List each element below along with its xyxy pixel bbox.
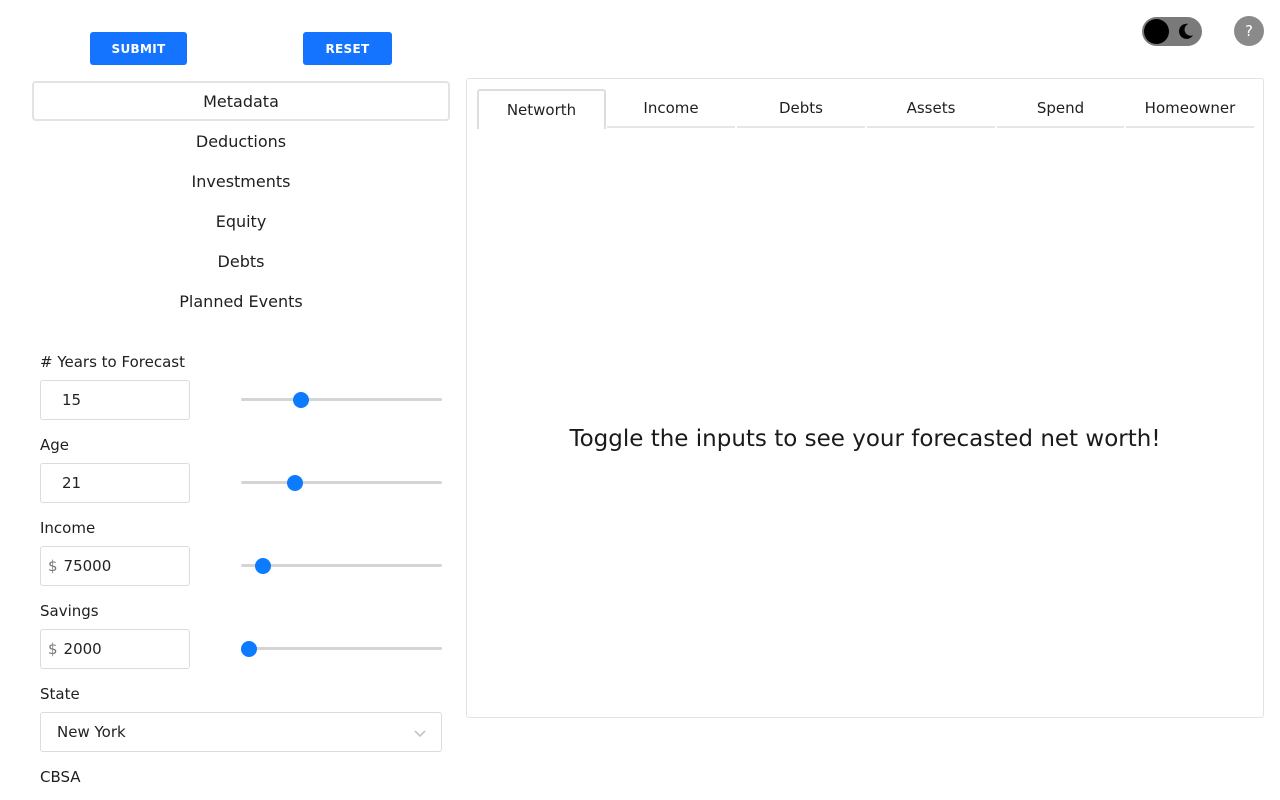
slider-thumb[interactable] [241,641,258,657]
slider-thumb[interactable] [293,392,310,408]
forecast-panel: Networth Income Debts Assets Spend Homeo… [466,78,1264,718]
savings-label: Savings [40,602,99,620]
age-label: Age [40,436,70,454]
dollar-prefix: $ [48,640,58,658]
chevron-down-icon [414,730,426,738]
menu-item-equity[interactable]: Equity [32,201,450,241]
slider-thumb[interactable] [255,558,272,574]
state-label: State [40,685,80,703]
tab-homeowner[interactable]: Homeowner [1126,89,1254,128]
tab-assets[interactable]: Assets [867,89,995,128]
state-value: New York [57,723,126,741]
savings-value: 2000 [63,640,102,658]
menu-item-investments[interactable]: Investments [32,161,450,201]
income-value: 75000 [63,557,112,575]
help-button[interactable]: ? [1234,16,1264,46]
years-value: 15 [62,391,82,409]
slider-track [241,398,442,401]
savings-slider[interactable] [241,638,442,658]
tab-networth[interactable]: Networth [477,89,606,129]
dark-mode-toggle[interactable] [1142,17,1202,46]
menu-item-planned-events[interactable]: Planned Events [32,281,450,321]
moon-icon [1179,23,1194,39]
slider-thumb[interactable] [287,475,304,491]
income-slider[interactable] [241,555,442,575]
tab-spend[interactable]: Spend [997,89,1124,128]
state-select[interactable]: New York [40,712,442,752]
chart-tabs: Networth Income Debts Assets Spend Homeo… [477,89,1254,129]
tab-income[interactable]: Income [607,89,735,128]
income-label: Income [40,519,96,537]
dollar-prefix: $ [48,557,58,575]
empty-state-message: Toggle the inputs to see your forecasted… [569,426,1161,452]
age-value: 21 [62,474,82,492]
age-input[interactable]: 21 [40,463,190,503]
slider-track [241,647,442,650]
slider-track [241,564,442,567]
income-input[interactable]: $ 75000 [40,546,190,586]
menu-item-debts[interactable]: Debts [32,241,450,281]
age-slider[interactable] [241,472,442,492]
years-slider[interactable] [241,389,442,409]
cbsa-label: CBSA [40,768,81,786]
submit-button[interactable]: SUBMIT [90,32,187,65]
section-menu: Metadata Deductions Investments Equity D… [32,81,450,321]
years-input[interactable]: 15 [40,380,190,420]
toggle-knob [1144,19,1169,44]
savings-input[interactable]: $ 2000 [40,629,190,669]
menu-item-metadata[interactable]: Metadata [32,81,450,121]
years-label: # Years to Forecast [40,353,185,371]
tab-debts[interactable]: Debts [737,89,865,128]
menu-item-deductions[interactable]: Deductions [32,121,450,161]
reset-button[interactable]: RESET [303,32,392,65]
slider-track [241,481,442,484]
